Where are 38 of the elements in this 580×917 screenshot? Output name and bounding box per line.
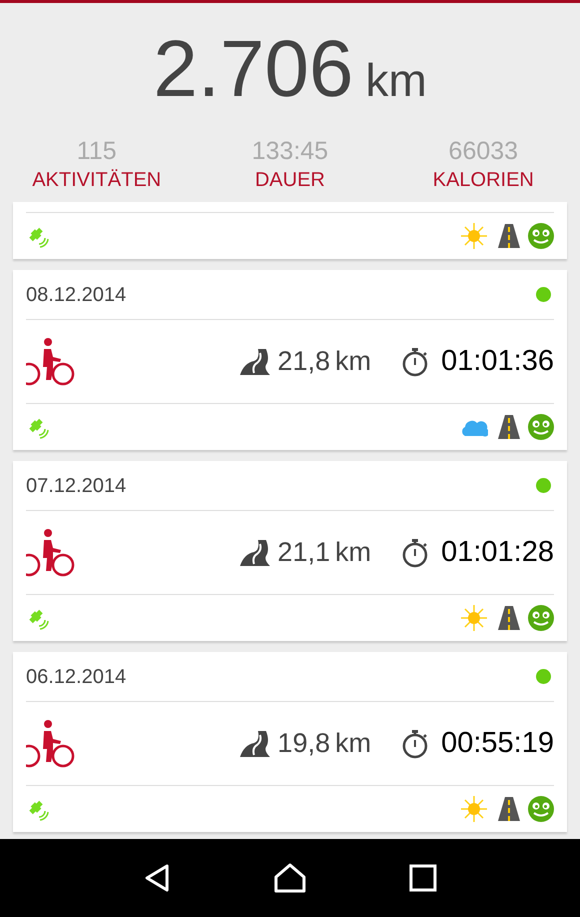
activity-distance: 21,1 xyxy=(278,536,330,570)
road-icon xyxy=(498,224,520,248)
stat-label: DAUER xyxy=(254,168,325,193)
stopwatch-icon xyxy=(401,728,430,758)
road-icon xyxy=(498,797,520,821)
total-distance: 2.706 xyxy=(153,29,354,109)
activity-duration: 01:01:36 xyxy=(441,344,554,379)
stat-label: KALORIEN xyxy=(432,168,534,193)
smiley-icon xyxy=(528,223,554,249)
activity-card[interactable]: 08.12.2014 21,8 km 01:01:36 xyxy=(13,270,567,450)
distance-unit: km xyxy=(335,536,372,570)
activity-date: 08.12.2014 xyxy=(26,282,126,308)
activity-distance: 19,8 xyxy=(278,727,330,760)
activity-date: 07.12.2014 xyxy=(26,474,126,498)
distance-unit: km xyxy=(335,345,372,378)
activity-distance: 21,8 xyxy=(278,345,330,378)
stopwatch-icon xyxy=(401,346,430,376)
stat-value: 133:45 xyxy=(252,136,328,167)
activity-date: 06.12.2014 xyxy=(26,664,126,690)
activity-duration: 00:55:19 xyxy=(441,726,554,761)
smiley-icon xyxy=(528,414,554,440)
distance-unit: km xyxy=(365,57,427,103)
activity-card[interactable]: 06.12.2014 19,8 km 00:55:19 xyxy=(13,652,567,832)
road-icon xyxy=(498,606,520,630)
activity-card[interactable] xyxy=(13,202,567,259)
stat-label: AKTIVITÄTEN xyxy=(32,168,162,193)
winding-road-icon xyxy=(240,540,270,566)
stat-value: 115 xyxy=(76,136,117,167)
winding-road-icon xyxy=(240,730,270,756)
road-icon xyxy=(498,415,520,439)
smiley-icon xyxy=(528,796,554,822)
smiley-icon xyxy=(528,605,554,631)
activity-duration: 01:01:28 xyxy=(441,534,554,570)
winding-road-icon xyxy=(240,348,270,374)
stat-value: 66033 xyxy=(448,136,518,167)
distance-unit: km xyxy=(335,727,372,760)
stopwatch-icon xyxy=(401,538,430,568)
activity-card[interactable]: 07.12.2014 21,1 km 01:01:28 xyxy=(13,461,567,641)
